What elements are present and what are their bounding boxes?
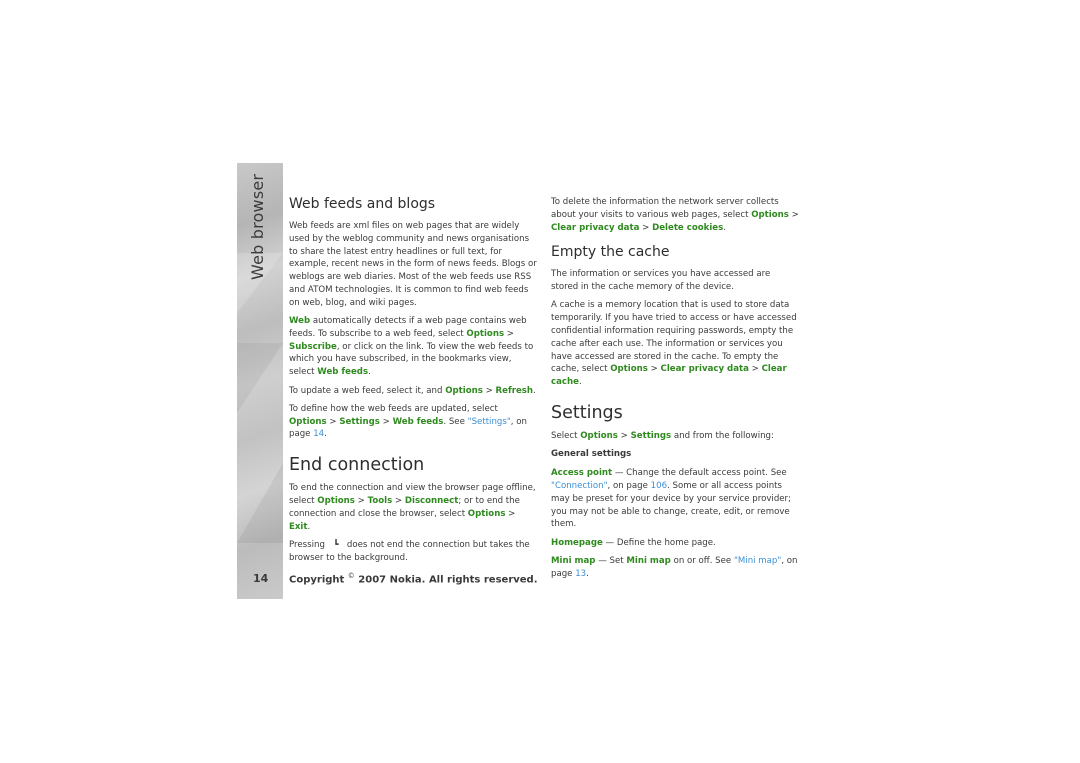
- setting-homepage: Homepage — Define the home page.: [551, 537, 799, 550]
- menu-command: Refresh: [495, 385, 534, 396]
- menu-command: Settings: [339, 416, 380, 427]
- paragraph-end-key: Pressing ┗ does not end the connection but…: [289, 539, 537, 565]
- menu-command: Options: [289, 416, 327, 427]
- text: Select: [551, 431, 581, 442]
- menu-command: Options: [317, 496, 355, 507]
- separator: >: [392, 496, 405, 507]
- separator: >: [482, 385, 496, 396]
- section-title: Web browser: [248, 173, 267, 280]
- decorative-facet: [237, 343, 283, 413]
- separator: >: [748, 364, 762, 375]
- cross-reference-link[interactable]: "Connection": [551, 481, 608, 491]
- setting-name: Homepage: [551, 537, 603, 548]
- heading-end-connection: End connection: [289, 455, 425, 476]
- copyright-suffix: 2007 Nokia. All rights reserved.: [358, 574, 538, 586]
- text: .: [307, 521, 311, 532]
- menu-command: Options: [466, 328, 505, 339]
- separator: >: [326, 416, 340, 427]
- separator: >: [788, 209, 799, 220]
- menu-command: Options: [610, 364, 648, 375]
- copyright-symbol: ©: [347, 572, 355, 580]
- cross-reference-link[interactable]: "Settings": [468, 417, 511, 427]
- menu-command: Clear privacy data: [551, 222, 640, 233]
- page-reference-link[interactable]: 13: [575, 569, 586, 579]
- text: . See: [443, 416, 468, 427]
- menu-command: Options: [467, 508, 506, 519]
- paragraph-web-feeds-intro: Web feeds are xml files on web pages tha…: [289, 221, 537, 308]
- text: — Define the home page.: [602, 537, 716, 548]
- right-column: To delete the information the network se…: [551, 196, 799, 586]
- separator: >: [639, 222, 653, 233]
- separator: >: [504, 328, 514, 339]
- menu-command: Web feeds: [392, 416, 444, 427]
- text: — Set: [595, 555, 627, 566]
- text: .: [324, 429, 327, 440]
- paragraph-end-connection: To end the connection and view the brows…: [289, 482, 537, 533]
- menu-command: Web: [289, 316, 311, 327]
- text: .: [533, 385, 536, 396]
- setting-access-point: Access point — Change the default access…: [551, 467, 799, 531]
- menu-command: Web feeds: [317, 367, 369, 378]
- text: Pressing: [289, 539, 325, 550]
- text: .: [578, 377, 582, 388]
- setting-name: Access point: [551, 468, 613, 479]
- text: , on page: [607, 480, 651, 491]
- setting-mini-map: Mini map — Set Mini map on or off. See "…: [551, 555, 799, 581]
- menu-command: Options: [445, 385, 483, 396]
- left-column: Web feeds and blogs Web feeds are xml fi…: [289, 196, 537, 570]
- paragraph-web-feeds-refresh: To update a web feed, select it, and Opt…: [289, 385, 537, 398]
- text: To update a web feed, select it, and: [289, 385, 446, 396]
- paragraph-cache-details: A cache is a memory location that is use…: [551, 299, 799, 389]
- text: does not end the connection but takes th…: [289, 539, 530, 563]
- text: To delete the information the network se…: [551, 197, 779, 220]
- text: .: [586, 568, 589, 579]
- menu-command: Exit: [289, 521, 308, 532]
- menu-command: Mini map: [626, 555, 671, 566]
- menu-command: Disconnect: [404, 496, 459, 507]
- text: and from the following:: [671, 431, 774, 442]
- page-number: 14: [253, 572, 269, 585]
- heading-web-feeds: Web feeds and blogs: [289, 196, 436, 212]
- separator: >: [379, 416, 393, 427]
- end-key-icon: ┗: [333, 539, 339, 550]
- copyright-notice: Copyright © 2007 Nokia. All rights reser…: [289, 572, 538, 585]
- copyright-prefix: Copyright: [289, 574, 345, 586]
- text: — Change the default access point. See: [612, 468, 787, 479]
- setting-name: Mini map: [551, 555, 596, 566]
- menu-command: Subscribe: [289, 341, 337, 352]
- menu-command: Clear privacy data: [660, 364, 749, 375]
- paragraph-cache-intro: The information or services you have acc…: [551, 269, 771, 293]
- paragraph-web-feeds-settings: To define how the web feeds are updated,…: [289, 403, 537, 441]
- paragraph-web-feeds-subscribe: Web automatically detects if a web page …: [289, 315, 537, 379]
- cross-reference-link[interactable]: "Mini map": [734, 556, 781, 566]
- separator: >: [647, 364, 661, 375]
- subheading-general-settings: General settings: [551, 449, 632, 460]
- decorative-facet: [237, 463, 283, 543]
- menu-command: Tools: [367, 496, 393, 507]
- separator: >: [505, 508, 516, 519]
- menu-command: Delete cookies: [652, 222, 724, 233]
- paragraph-delete-cookies: To delete the information the network se…: [551, 196, 799, 234]
- menu-command: Options: [751, 209, 789, 220]
- menu-command: Options: [580, 431, 618, 442]
- separator: >: [354, 496, 368, 507]
- separator: >: [617, 431, 631, 442]
- paragraph-settings-intro: Select Options > Settings and from the f…: [551, 430, 799, 443]
- menu-command: Settings: [630, 431, 672, 442]
- heading-empty-cache: Empty the cache: [551, 244, 670, 261]
- text: To define how the web feeds are updated,…: [289, 403, 498, 414]
- text: .: [368, 367, 371, 378]
- text: on or off. See: [670, 555, 734, 566]
- text: .: [723, 222, 726, 233]
- page-reference-link[interactable]: 14: [313, 429, 324, 439]
- page-reference-link[interactable]: 106: [651, 481, 667, 491]
- heading-settings: Settings: [551, 403, 623, 424]
